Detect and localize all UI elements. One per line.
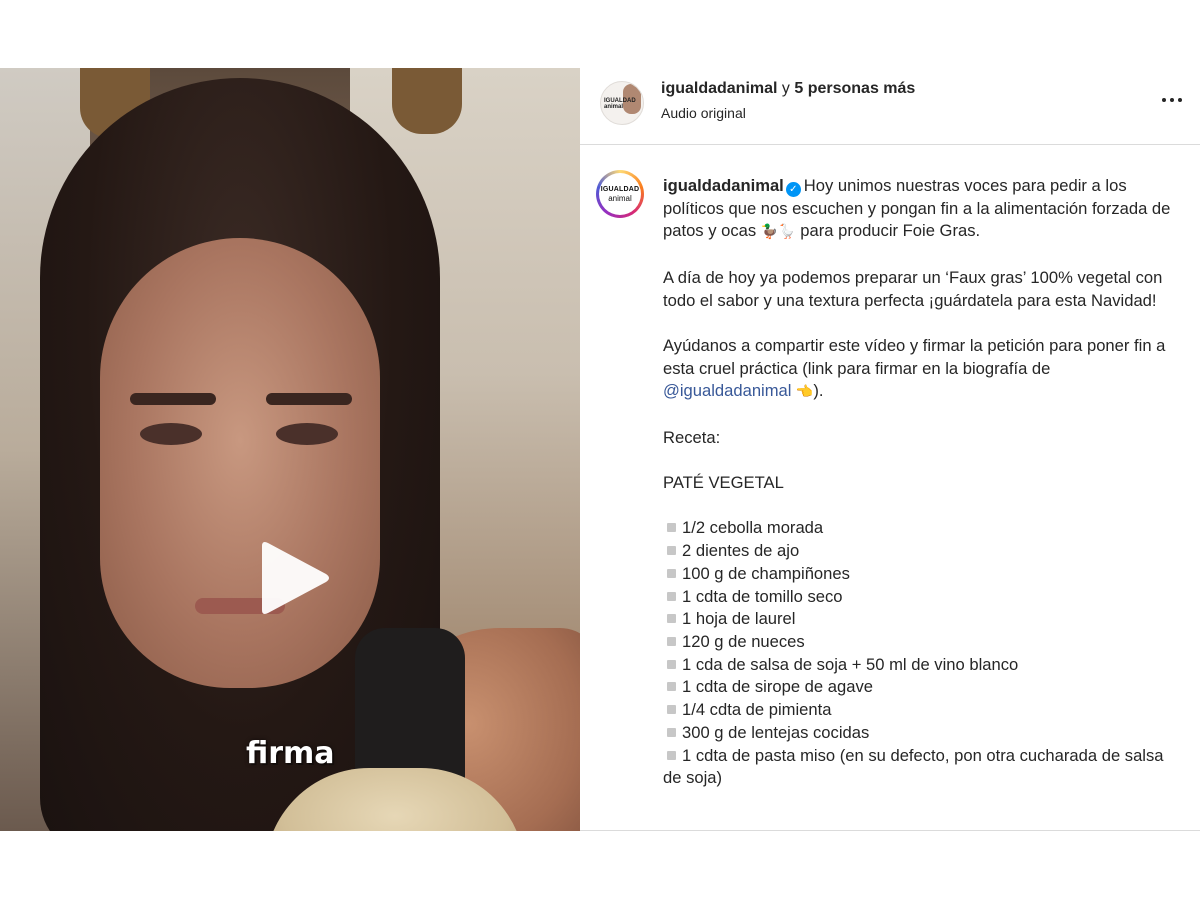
caption-avatar[interactable]: IGUALDAD animal — [596, 170, 644, 218]
post-caption-area: IGUALDAD animal igualdadanimal ✓ Hoy unimo… — [580, 145, 1200, 831]
caption-paragraph-3: Ayúdanos a compartir este vídeo y firmar… — [663, 335, 1166, 401]
bullet-icon — [667, 614, 676, 624]
recipe-heading: Receta: — [663, 427, 721, 447]
eye — [140, 423, 202, 445]
list-item: 100 g de champiñones — [663, 563, 1183, 586]
bullet-icon — [667, 727, 676, 737]
header-username-link[interactable]: igualdadanimal — [661, 80, 777, 97]
play-icon[interactable] — [252, 538, 332, 618]
bullet-icon — [667, 750, 676, 760]
list-item: 1 cdta de sirope de agave — [663, 676, 1183, 699]
bullet-icon — [667, 682, 676, 692]
list-item: 1/4 cdta de pimienta — [663, 699, 1183, 722]
brow — [130, 393, 216, 405]
caption-text: igualdadanimal ✓ Hoy unimos nuestras voces… — [663, 175, 1183, 790]
audio-original-link[interactable]: Audio original — [661, 105, 746, 121]
bullet-icon — [667, 591, 676, 601]
verified-badge-icon: ✓ — [785, 182, 801, 197]
caption-paragraph-1: igualdadanimal ✓ Hoy unimos nuestras voces… — [663, 176, 1171, 241]
bullet-icon — [667, 546, 676, 556]
bullet-icon — [667, 523, 676, 533]
list-item: 1 cda de salsa de soja + 50 ml de vino b… — [663, 654, 1183, 677]
eye — [276, 423, 338, 445]
list-item: 1 cdta de pasta miso (en su defecto, pon… — [663, 745, 1164, 788]
list-item: 300 g de lentejas cocidas — [663, 722, 1183, 745]
bullet-icon — [667, 568, 676, 578]
bullet-icon — [667, 659, 676, 669]
brow — [266, 393, 352, 405]
ceiling-lamp — [392, 68, 462, 134]
list-item: 1 cdta de tomillo seco — [663, 586, 1183, 609]
person-face — [100, 238, 380, 688]
header-connector: y — [777, 80, 795, 97]
more-options-icon[interactable] — [1160, 90, 1184, 110]
list-item: 1 hoja de laurel — [663, 608, 1183, 631]
list-item: 2 dientes de ajo — [663, 540, 1183, 563]
caption-username-link[interactable]: igualdadanimal — [663, 176, 784, 195]
duck-goose-emoji: 🦆🪿 — [760, 224, 796, 241]
mention-link[interactable]: @igualdadanimal — [663, 381, 791, 400]
ingredient-list: 1/2 cebolla morada 2 dientes de ajo 100 … — [663, 517, 1183, 789]
post-panel: IGUALDAD animal igualdadanimal y 5 person… — [580, 68, 1200, 831]
list-item: 1/2 cebolla morada — [663, 517, 1183, 540]
video-caption-word: firma — [246, 736, 335, 771]
caption-avatar-logo: IGUALDAD animal — [599, 173, 641, 215]
bullet-icon — [667, 705, 676, 715]
caption-paragraph-2: A día de hoy ya podemos preparar un ‘Fau… — [663, 267, 1163, 310]
reel-video[interactable]: firma — [0, 68, 580, 831]
header-avatar[interactable]: IGUALDAD animal — [600, 81, 644, 125]
post-header: IGUALDAD animal igualdadanimal y 5 person… — [580, 68, 1200, 145]
more-people-link[interactable]: 5 personas más — [794, 80, 915, 97]
list-item: 120 g de nueces — [663, 631, 1183, 654]
panel-bottom-divider — [580, 830, 1200, 831]
pointing-emoji: 👈 — [791, 384, 814, 401]
avatar-logo: IGUALDAD animal — [604, 98, 636, 110]
header-usernames: igualdadanimal y 5 personas más — [661, 80, 915, 98]
bullet-icon — [667, 636, 676, 646]
recipe-title: PATÉ VEGETAL — [663, 473, 784, 493]
